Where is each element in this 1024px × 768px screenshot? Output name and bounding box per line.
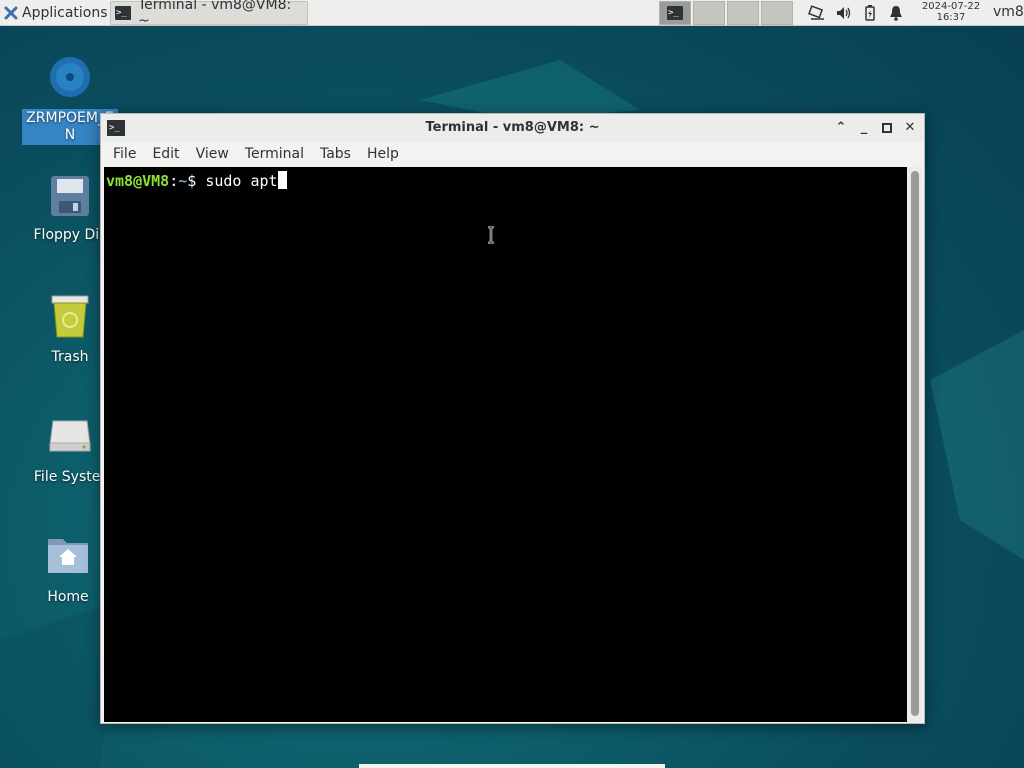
prompt-path: ~ (178, 172, 188, 190)
terminal-icon: >_ (115, 6, 131, 20)
terminal-window: >_ Terminal - vm8@VM8: ~ ⌃ _ ✕ File Edit… (100, 113, 925, 724)
prompt-symbol: $ (187, 172, 197, 190)
prompt-user: vm8@VM8 (106, 172, 170, 190)
ibeam-cursor-icon (488, 226, 494, 244)
workspace-2[interactable] (693, 1, 725, 25)
window-titlebar[interactable]: >_ Terminal - vm8@VM8: ~ ⌃ _ ✕ (101, 114, 924, 142)
applications-menu-button[interactable]: Applications ⁝ (0, 0, 120, 26)
clock-date: 2024-07-22 (921, 1, 981, 12)
floppy-icon (51, 176, 89, 216)
clock-time: 16:37 (936, 12, 966, 23)
minimize-icon[interactable]: _ (855, 119, 873, 137)
menu-file[interactable]: File (105, 146, 144, 162)
clock[interactable]: 2024-07-22 16:37 (914, 1, 988, 23)
network-icon[interactable] (808, 4, 826, 22)
close-icon[interactable]: ✕ (901, 119, 919, 137)
terminal-icon: >_ (667, 6, 683, 20)
volume-icon[interactable] (835, 4, 853, 22)
applications-label: Applications (22, 5, 108, 21)
trash-icon (51, 295, 89, 338)
menu-view[interactable]: View (188, 146, 237, 162)
home-folder-icon (48, 539, 88, 573)
menu-terminal[interactable]: Terminal (237, 146, 312, 162)
menu-help[interactable]: Help (359, 146, 407, 162)
notification-bell-icon[interactable] (887, 4, 905, 22)
menu-edit[interactable]: Edit (144, 146, 187, 162)
battery-icon[interactable] (861, 4, 879, 22)
disc-icon (50, 57, 90, 97)
menu-tabs[interactable]: Tabs (312, 146, 359, 162)
chevron-up-icon[interactable]: ⌃ (832, 119, 850, 137)
command-text: sudo apt (205, 172, 278, 190)
workspace-3[interactable] (727, 1, 759, 25)
workspace-4[interactable] (761, 1, 793, 25)
xfce-logo-icon (4, 6, 18, 20)
terminal-output[interactable]: vm8@VM8:~$ sudo apt (104, 167, 907, 722)
maximize-icon[interactable] (878, 119, 896, 137)
menubar: File Edit View Terminal Tabs Help (101, 142, 924, 166)
scrollbar[interactable] (908, 167, 922, 722)
scrollbar-thumb[interactable] (911, 171, 919, 716)
bottom-dock-edge (359, 764, 665, 768)
window-title: Terminal - vm8@VM8: ~ (425, 120, 600, 135)
prompt-separator: : (169, 172, 179, 190)
top-panel: Applications ⁝ >_ Terminal - vm8@VM8: ~ … (0, 0, 1024, 29)
taskbar-terminal-button[interactable]: >_ Terminal - vm8@VM8: ~ (110, 0, 308, 29)
taskbar-terminal-label: Terminal - vm8@VM8: ~ (137, 0, 292, 29)
user-menu[interactable]: vm8 (993, 4, 1024, 20)
text-cursor (277, 171, 287, 189)
workspace-1[interactable]: >_ (659, 1, 691, 25)
drive-icon (49, 420, 91, 452)
